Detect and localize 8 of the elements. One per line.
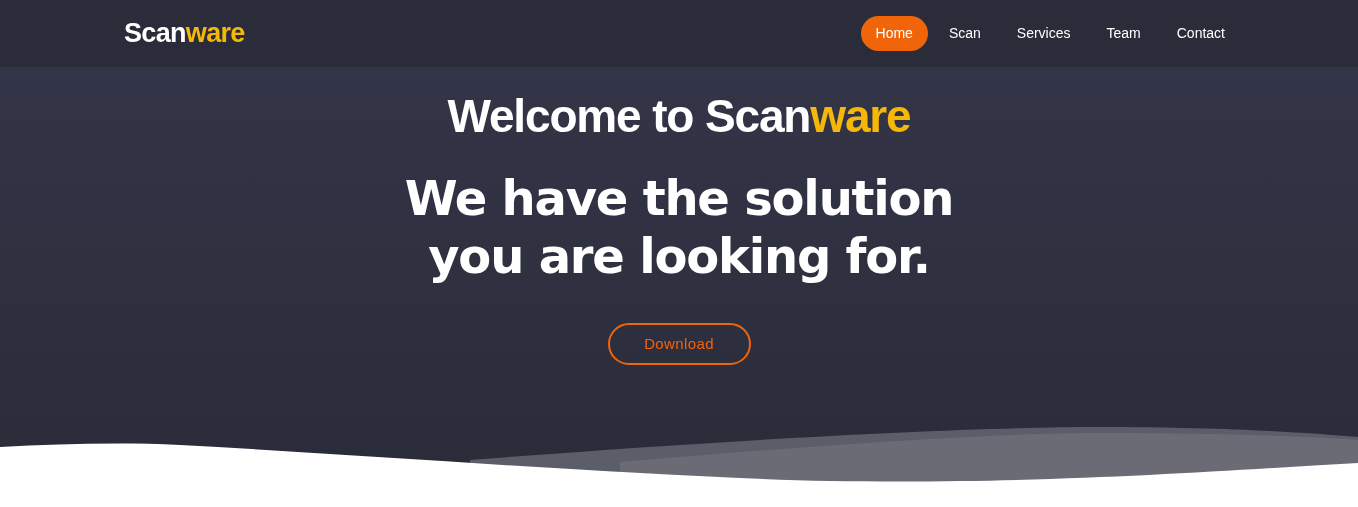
nav-link[interactable]: Contact [1161, 16, 1240, 51]
nav-link[interactable]: Scan [933, 16, 996, 51]
nav-link[interactable]: Services [1001, 16, 1086, 51]
hero-title: Welcome to Scanware [447, 93, 911, 139]
download-button[interactable]: Download [607, 323, 751, 365]
nav-link[interactable]: Team [1091, 16, 1156, 51]
hero-subtitle: We have the solution you are looking for. [403, 169, 955, 285]
logo[interactable]: Scanware [124, 13, 245, 54]
